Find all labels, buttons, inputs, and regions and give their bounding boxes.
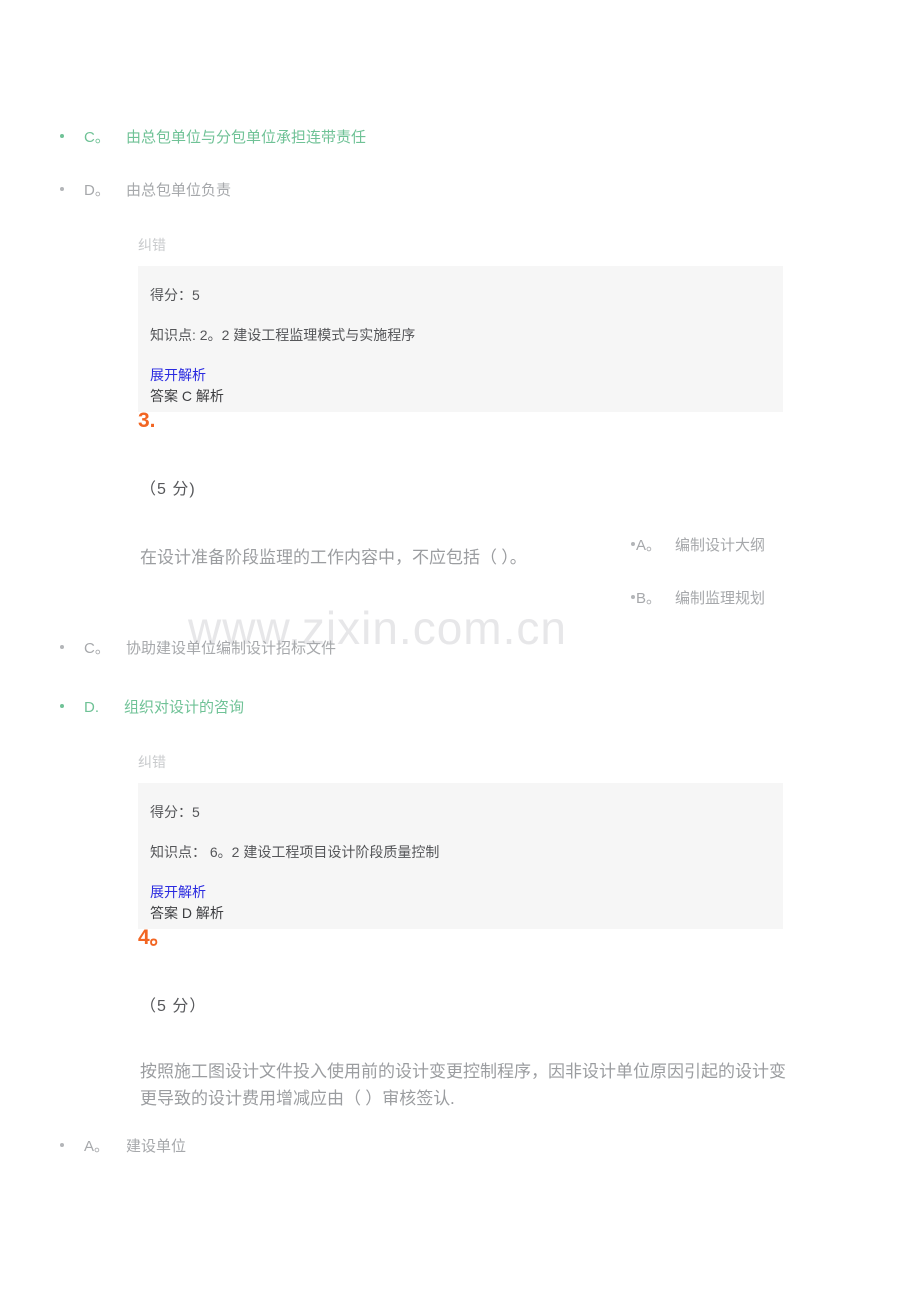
bullet-icon [631,542,635,547]
bullet-icon [60,134,64,139]
report-error-link[interactable]: 纠错 [138,236,166,254]
knowledge-row: 知识点： 6。2 建设工程项目设计阶段质量控制 [150,843,771,861]
option-row[interactable]: C。 由总包单位与分包单位承担连带责任 [0,128,645,148]
answer-info-box: 得分：5 知识点： 6。2 建设工程项目设计阶段质量控制 展开解析 答案 D 解… [138,783,783,929]
expand-analysis-wrap: 展开解析 [150,883,771,903]
score-row: 得分：5 [150,803,771,821]
option-text: 协助建设单位编制设计招标文件 [126,640,337,657]
option-text: 由总包单位负责 [126,182,232,199]
option-row[interactable]: D. 组织对设计的咨询 [0,698,645,718]
question-score: （5 分) [140,481,196,498]
option-text: 由总包单位与分包单位承担连带责任 [126,129,367,146]
question-stem: 按照施工图设计文件投入使用前的设计变更控制程序，因非设计单位原因引起的设计变更导… [140,1062,786,1108]
option-text: 组织对设计的咨询 [124,699,245,716]
knowledge-value: 6。2 建设工程项目设计阶段质量控制 [209,844,440,860]
option-letter: D. [84,699,99,716]
knowledge-row: 知识点: 2。2 建设工程监理模式与实施程序 [150,326,771,344]
option-row[interactable]: C。 协助建设单位编制设计招标文件 [0,639,645,659]
knowledge-label: 知识点: [150,327,196,343]
option-letter: C。 [84,640,110,657]
score-label: 得分： [150,804,192,820]
option-row[interactable]: A。 建设单位 [0,1137,645,1157]
option-text: 编制监理规划 [675,590,766,607]
expand-analysis-link[interactable]: 展开解析 [150,366,206,384]
option-letter: B。 [636,590,662,607]
answer-info-box: 得分：5 知识点: 2。2 建设工程监理模式与实施程序 展开解析 答案 C 解析 [138,266,783,412]
option-text: 建设单位 [126,1138,187,1155]
expand-analysis-link[interactable]: 展开解析 [150,883,206,901]
answer-line: 答案 C 解析 [150,388,224,404]
question-number: 3. [138,409,156,432]
option-row[interactable]: A。 编制设计大纲 [631,536,765,556]
question-stem: 在设计准备阶段监理的工作内容中，不应包括（ ）。 [140,548,527,567]
option-text: 编制设计大纲 [675,537,766,554]
option-letter: A。 [636,537,662,554]
bullet-icon [60,645,64,650]
option-row[interactable]: D。 由总包单位负责 [0,181,645,201]
knowledge-label: 知识点： [150,844,206,860]
answer-line: 答案 D 解析 [150,905,224,921]
score-value: 5 [192,804,200,820]
bullet-icon [631,595,635,600]
option-letter: C。 [84,129,110,146]
expand-analysis-wrap: 展开解析 [150,366,771,386]
option-letter: A。 [84,1138,110,1155]
option-row[interactable]: B。 编制监理规划 [631,589,765,609]
knowledge-value: 2。2 建设工程监理模式与实施程序 [199,327,416,343]
question-number: 4。 [138,926,171,949]
bullet-icon [60,1143,64,1148]
score-row: 得分：5 [150,286,771,304]
score-value: 5 [192,287,200,303]
report-error-link[interactable]: 纠错 [138,753,166,771]
score-label: 得分： [150,287,192,303]
bullet-icon [60,704,64,709]
bullet-icon [60,187,64,192]
option-letter: D。 [84,182,110,199]
question-score: （5 分） [140,998,207,1015]
